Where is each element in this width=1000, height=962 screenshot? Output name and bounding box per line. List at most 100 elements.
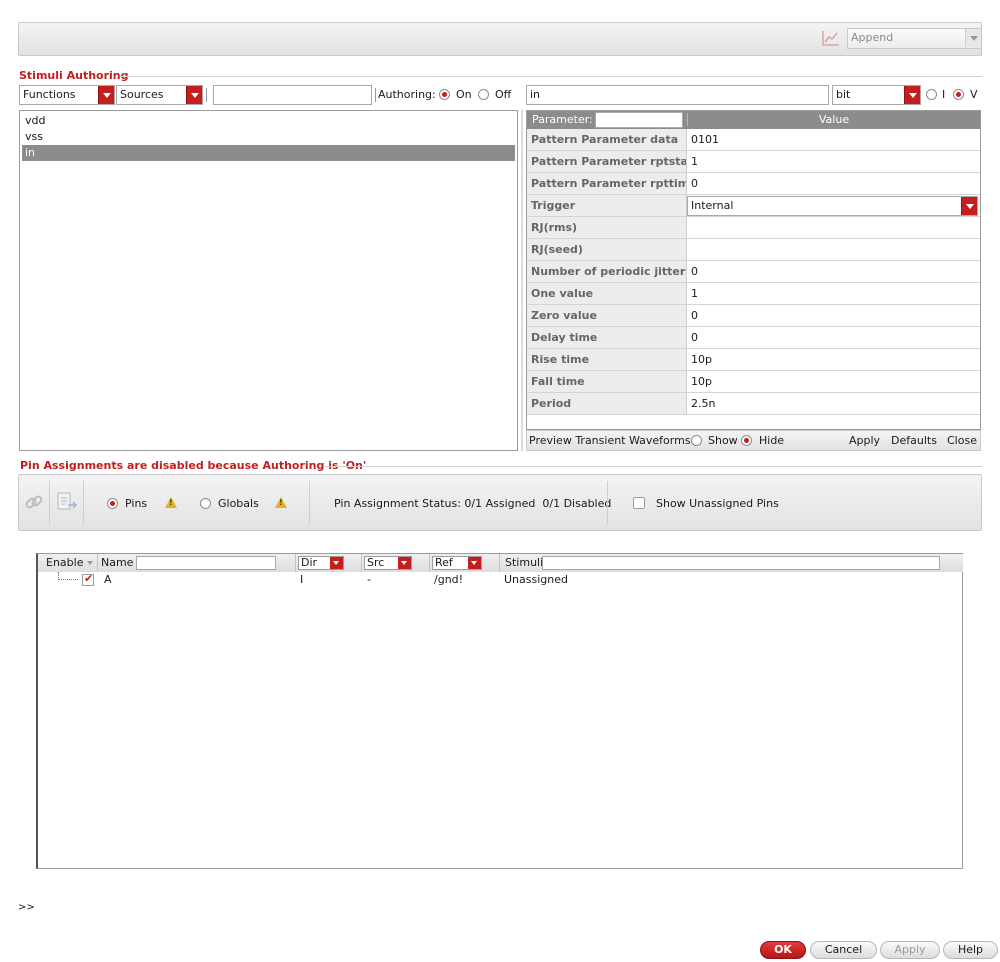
parameter-row[interactable]: Pattern Parameter rptstart 1 [527, 151, 980, 173]
parameter-row[interactable]: Fall time 10p [527, 371, 980, 393]
trigger-value-cell[interactable]: Internal [687, 195, 980, 217]
parameter-grid[interactable]: Parameter: Value Pattern Parameter data 0… [526, 110, 981, 430]
append-mode-combo[interactable]: Append [847, 28, 982, 49]
sources-combo[interactable]: Sources [116, 85, 203, 105]
signal-name-input[interactable]: in [526, 85, 829, 105]
pin-stimuli-cell[interactable]: Unassigned [504, 573, 568, 587]
authoring-on-radio[interactable] [439, 89, 450, 100]
parameter-header-label: Parameter: [532, 113, 593, 126]
defaults-button[interactable]: Defaults [891, 434, 937, 448]
parameter-value[interactable]: 1 [687, 151, 980, 173]
enable-column-header[interactable]: Enable [38, 554, 98, 572]
voltage-source-radio[interactable] [953, 89, 964, 100]
parameter-value[interactable]: 0 [687, 327, 980, 349]
trigger-combo[interactable]: Internal [687, 196, 978, 216]
parameter-row[interactable]: Delay time 0 [527, 327, 980, 349]
globals-radio[interactable] [200, 498, 211, 509]
parameter-row[interactable]: RJ(rms) [527, 217, 980, 239]
signal-type-combo[interactable]: bit [832, 85, 921, 105]
parameter-value[interactable] [687, 217, 980, 239]
parameter-key: Delay time [527, 327, 687, 349]
pins-label[interactable]: Pins [125, 497, 147, 511]
current-source-radio[interactable] [926, 89, 937, 100]
assign-pins-icon[interactable] [56, 491, 78, 513]
cancel-button[interactable]: Cancel [810, 941, 877, 959]
pin-name-cell: A [104, 573, 112, 586]
pins-section-title: Pin Assignments are disabled because Aut… [20, 459, 367, 472]
close-button[interactable]: Close [947, 434, 977, 448]
chevron-down-icon [330, 557, 343, 569]
ref-column-header[interactable]: Ref [430, 554, 500, 572]
parameter-value[interactable]: 0 [687, 261, 980, 283]
authoring-on-label[interactable]: On [456, 88, 472, 102]
parameter-filter-input[interactable] [595, 112, 683, 128]
enable-header-label: Enable [46, 556, 84, 569]
parameter-value[interactable]: 0 [687, 173, 980, 195]
preview-bar: Preview Transient Waveforms: Show Hide A… [526, 430, 981, 451]
dir-header-label: Dir [301, 556, 318, 569]
parameter-row[interactable]: Pattern Parameter rpttim... 0 [527, 173, 980, 195]
parameter-value[interactable]: 1 [687, 283, 980, 305]
pin-table[interactable]: Enable Name Dir Src Ref Stimuli A I - /g… [36, 553, 963, 869]
src-filter-combo[interactable]: Src [364, 556, 412, 570]
parameter-row[interactable]: RJ(seed) [527, 239, 980, 261]
current-source-label[interactable]: I [942, 88, 945, 102]
parameter-value[interactable] [687, 239, 980, 261]
show-unassigned-checkbox[interactable] [633, 497, 645, 509]
parameter-row[interactable]: Rise time 10p [527, 349, 980, 371]
toolbar-separator [375, 88, 376, 102]
show-unassigned-label[interactable]: Show Unassigned Pins [656, 497, 779, 511]
parameter-value[interactable]: 0101 [687, 129, 980, 151]
stimuli-filter-input[interactable] [542, 556, 940, 570]
globals-label[interactable]: Globals [218, 497, 259, 511]
authoring-label: Authoring: [378, 88, 436, 101]
name-filter-input[interactable] [136, 556, 276, 570]
preview-show-radio[interactable] [691, 435, 702, 446]
voltage-source-label[interactable]: V [970, 88, 978, 102]
authoring-off-label[interactable]: Off [495, 88, 511, 102]
parameter-value[interactable]: 10p [687, 371, 980, 393]
pins-radio[interactable] [107, 498, 118, 509]
pin-ref-cell: /gnd! [434, 573, 464, 586]
list-item[interactable]: vdd [22, 113, 515, 129]
preview-show-label[interactable]: Show [708, 434, 738, 448]
enable-checkbox[interactable] [82, 572, 94, 586]
console-prompt[interactable]: >> [18, 901, 35, 915]
apply-button[interactable]: Apply [849, 434, 880, 448]
link-icon[interactable] [23, 491, 45, 513]
table-row[interactable]: A I - /gnd! Unassigned [38, 572, 963, 588]
parameter-row[interactable]: Pattern Parameter data 0101 [527, 129, 980, 151]
parameter-row[interactable]: One value 1 [527, 283, 980, 305]
toolbar-separator [83, 481, 84, 525]
src-column-header[interactable]: Src [362, 554, 430, 572]
warning-icon [165, 497, 177, 508]
parameter-row[interactable]: Period 2.5n [527, 393, 980, 415]
dir-filter-combo[interactable]: Dir [298, 556, 344, 570]
list-item[interactable]: vss [22, 129, 515, 145]
signal-list[interactable]: vdd vss in [19, 110, 518, 451]
name-column-header[interactable]: Name [98, 554, 296, 572]
preview-label: Preview Transient Waveforms: [529, 434, 695, 447]
toolbar-separator [607, 481, 608, 525]
preview-hide-label[interactable]: Hide [759, 434, 784, 448]
splitter-handle[interactable] [521, 110, 523, 451]
parameter-value[interactable]: 10p [687, 349, 980, 371]
parameter-value[interactable]: 2.5n [687, 393, 980, 415]
ok-button[interactable]: OK [760, 941, 806, 959]
parameter-row[interactable]: Trigger Internal [527, 195, 980, 217]
parameter-row[interactable]: Zero value 0 [527, 305, 980, 327]
dir-column-header[interactable]: Dir [296, 554, 362, 572]
line-chart-icon[interactable] [821, 29, 841, 47]
signal-filter-input[interactable] [213, 85, 372, 105]
preview-hide-radio[interactable] [741, 435, 752, 446]
apply-footer-button[interactable]: Apply [880, 941, 940, 959]
parameter-value[interactable]: 0 [687, 305, 980, 327]
stimuli-column-header[interactable]: Stimuli [500, 554, 963, 572]
ref-filter-combo[interactable]: Ref [432, 556, 482, 570]
list-item-selected[interactable]: in [22, 145, 515, 161]
functions-combo[interactable]: Functions [19, 85, 115, 105]
parameter-row[interactable]: Number of periodic jitters 0 [527, 261, 980, 283]
help-button[interactable]: Help [943, 941, 998, 959]
pin-assignment-status: Pin Assignment Status: 0/1 Assigned 0/1 … [334, 497, 612, 510]
authoring-off-radio[interactable] [478, 89, 489, 100]
